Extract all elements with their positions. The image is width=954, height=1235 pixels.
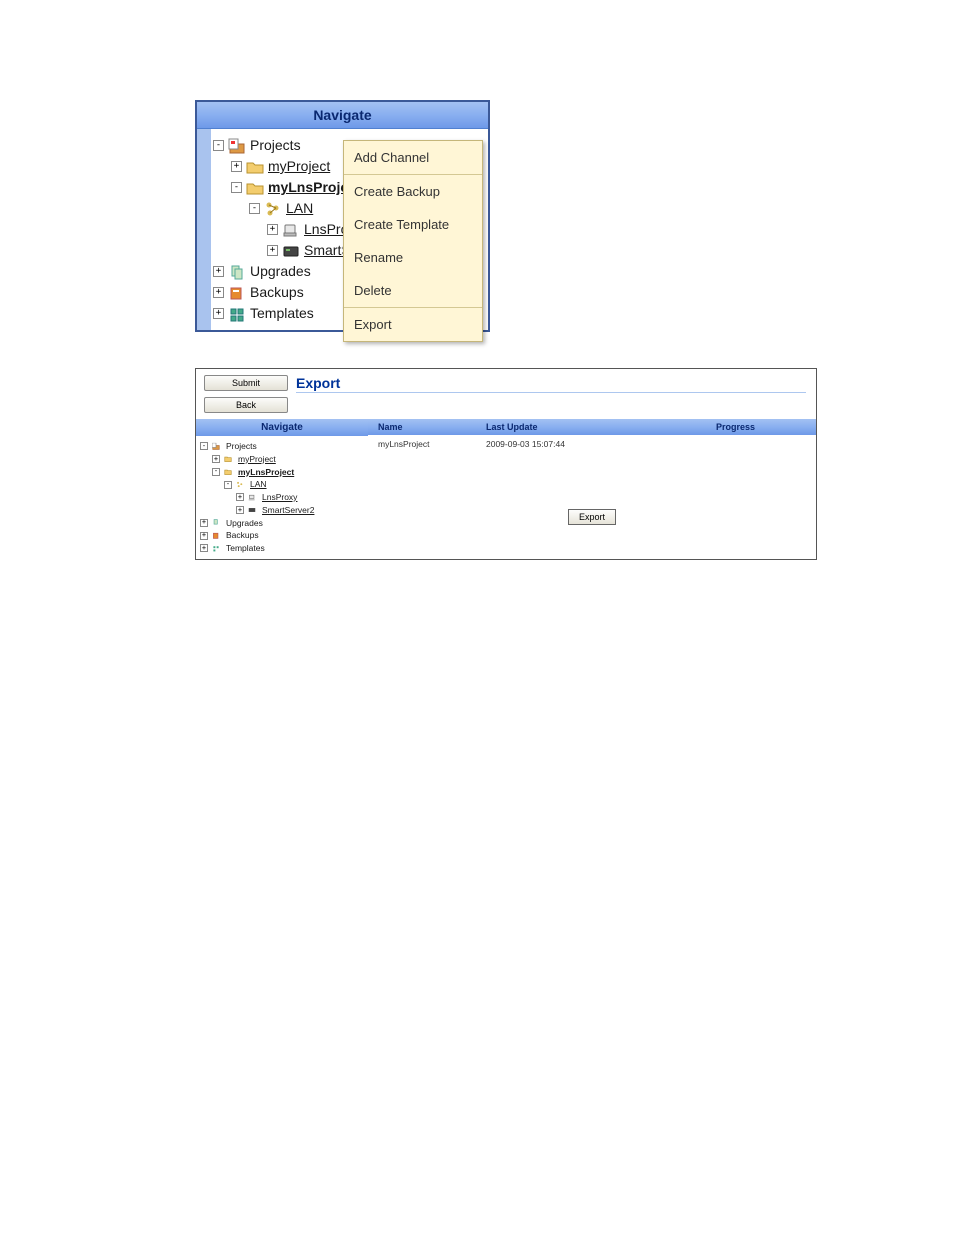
back-button[interactable]: Back [204,397,288,413]
tree-label: Templates [250,303,314,324]
tree-label: LAN [286,198,313,219]
backups-icon [228,285,246,301]
device-icon [282,244,300,258]
expand-icon[interactable]: + [212,455,220,463]
tree-label: LnsProxy [262,491,297,504]
folder-icon [246,160,264,174]
tree-row[interactable]: + LnsProxy [200,491,364,504]
collapse-icon[interactable]: - [200,442,208,450]
projects-icon [228,138,246,154]
expand-icon[interactable]: + [213,308,224,319]
expand-icon[interactable]: + [213,266,224,277]
tree-label: LnsPro [304,219,348,240]
navigate-header: Navigate [197,102,488,129]
backups-icon [210,530,222,541]
navigate-header: Navigate [196,419,368,436]
tree-label: Templates [226,542,265,555]
expand-icon[interactable]: + [267,224,278,235]
tree-row[interactable]: + Backups [200,529,364,542]
projects-icon [210,441,222,452]
navigate-panel: Navigate - Projects + myProject [195,100,490,332]
menu-create-backup[interactable]: Create Backup [344,175,482,208]
expand-icon[interactable]: + [200,519,208,527]
submit-button[interactable]: Submit [204,375,288,391]
expand-icon[interactable]: + [213,287,224,298]
menu-rename[interactable]: Rename [344,241,482,274]
tree-row[interactable]: - Projects [200,440,364,453]
tree-label: Upgrades [226,517,263,530]
navigate-sidebar: Navigate - Projects + myProject - [196,419,368,559]
table-header: Name Last Update Progress [368,419,816,435]
export-button[interactable]: Export [568,509,616,525]
server-icon [246,492,258,503]
tree-label: LAN [250,478,267,491]
column-progress-header: Progress [708,422,816,432]
expand-icon[interactable]: + [200,532,208,540]
tree-label: Upgrades [250,261,311,282]
tree-label: Projects [226,440,257,453]
collapse-icon[interactable]: - [224,481,232,489]
navigate-tree-small: - Projects + myProject - myLnsProject [196,436,368,559]
device-icon [246,505,258,515]
button-column: Submit Back [196,369,296,419]
folder-icon [222,467,234,477]
tree-label: myProject [238,453,276,466]
tree-label: Backups [250,282,304,303]
tree-row[interactable]: - myLnsProject [200,466,364,479]
collapse-icon[interactable]: - [213,140,224,151]
context-menu: Add Channel Create Backup Create Templat… [343,140,483,342]
export-content: Name Last Update Progress myLnsProject 2… [368,419,816,559]
collapse-icon[interactable]: - [249,203,260,214]
expand-icon[interactable]: + [200,544,208,552]
upgrades-icon [228,264,246,280]
column-name-header: Name [368,422,478,432]
cell-lastupdate: 2009-09-03 15:07:44 [478,439,708,449]
expand-icon[interactable]: + [267,245,278,256]
expand-icon[interactable]: + [231,161,242,172]
tree-label: Backups [226,529,259,542]
tree-row[interactable]: + Upgrades [200,517,364,530]
server-icon [282,222,300,238]
templates-icon [228,306,246,322]
tree-label: SmartServer2 [262,504,314,517]
network-icon [264,201,282,217]
menu-add-channel[interactable]: Add Channel [344,141,482,174]
network-icon [234,479,246,490]
export-title: Export [296,369,806,393]
export-panel: Submit Back Export Navigate - Projects + [195,368,817,560]
menu-create-template[interactable]: Create Template [344,208,482,241]
tree-label: myProject [268,156,330,177]
table-row: myLnsProject 2009-09-03 15:07:44 [368,435,816,453]
folder-icon [222,454,234,464]
menu-delete[interactable]: Delete [344,274,482,307]
column-lastupdate-header: Last Update [478,422,708,432]
expand-icon[interactable]: + [236,506,244,514]
export-button-area: Export [368,453,816,525]
nav-sidebar-strip [197,129,211,330]
folder-icon [246,181,264,195]
templates-icon [210,543,222,554]
tree-label: myLnsProject [238,466,294,479]
menu-export[interactable]: Export [344,308,482,341]
cell-progress [708,439,816,449]
collapse-icon[interactable]: - [212,468,220,476]
tree-row[interactable]: + myProject [200,453,364,466]
collapse-icon[interactable]: - [231,182,242,193]
tree-row[interactable]: + Templates [200,542,364,555]
tree-label: Projects [250,135,301,156]
expand-icon[interactable]: + [236,493,244,501]
tree-row[interactable]: + SmartServer2 [200,504,364,517]
tree-row[interactable]: - LAN [200,478,364,491]
cell-name: myLnsProject [368,439,478,449]
upgrades-icon [210,517,222,528]
